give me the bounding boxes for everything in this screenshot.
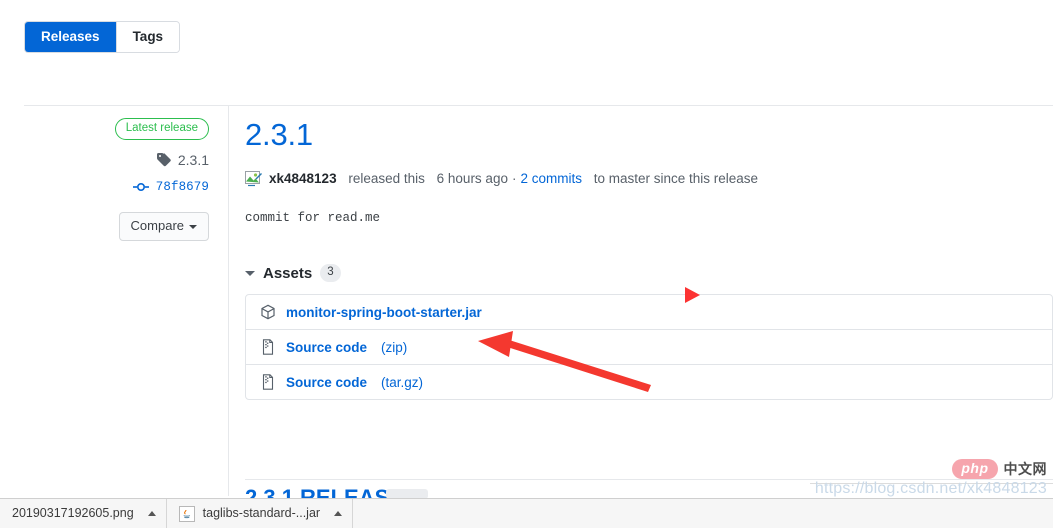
commit-icon — [132, 181, 150, 193]
chevron-up-icon[interactable] — [147, 511, 156, 516]
release-content: 2.3.1 xk4848123 released this 6 hours ag… — [245, 117, 1053, 401]
chevron-down-icon — [189, 224, 197, 229]
release-time-ago: 6 hours ago — [436, 171, 508, 187]
assets-list: monitor-spring-boot-starter.jar Source c… — [245, 294, 1053, 401]
watermark-cn-text: 中文网 — [1003, 461, 1047, 477]
compare-button-label: Compare — [130, 217, 184, 233]
compare-button-wrap: Compare — [24, 211, 209, 241]
release-commit-message: commit for read.me — [245, 211, 381, 226]
assets-count-badge: 3 — [320, 264, 341, 283]
commits-suffix-text: to master since this release — [593, 171, 759, 187]
asset-link[interactable]: Source code — [286, 340, 367, 355]
tag-icon — [156, 152, 172, 168]
latest-release-badge: Latest release — [114, 118, 209, 140]
asset-format: (tar.gz) — [381, 374, 424, 390]
release-sidebar: Latest release 2.3.1 78f8679 Compare — [24, 118, 209, 241]
download-item[interactable]: 20190317192605.png — [0, 499, 167, 528]
table-row[interactable]: monitor-spring-boot-starter.jar — [246, 295, 1052, 329]
download-file-name: 20190317192605.png — [12, 506, 134, 521]
download-item[interactable]: taglibs-standard-...jar — [167, 499, 354, 528]
asset-format: (zip) — [381, 339, 408, 355]
assets-label: Assets — [263, 264, 313, 282]
release-byline: xk4848123 released this 6 hours ago · 2 … — [245, 170, 1053, 187]
commit-sha: 78f8679 — [155, 179, 209, 194]
avatar — [245, 170, 269, 187]
download-file-name: taglibs-standard-...jar — [202, 506, 321, 521]
commits-link[interactable]: 2 commits — [520, 171, 582, 186]
chevron-up-icon[interactable] — [334, 511, 343, 516]
tab-releases[interactable]: Releases — [25, 22, 116, 52]
package-icon — [260, 304, 276, 320]
asset-link[interactable]: monitor-spring-boot-starter.jar — [286, 305, 482, 320]
php-logo: php — [952, 459, 998, 479]
tag-name: 2.3.1 — [177, 151, 209, 168]
release-author[interactable]: xk4848123 — [269, 171, 337, 186]
watermark-rule — [810, 483, 1053, 484]
compare-button[interactable]: Compare — [118, 211, 209, 241]
github-releases-page: Releases Tags Latest release 2.3.1 78f86… — [0, 0, 1053, 528]
header-divider — [24, 105, 1053, 106]
java-icon — [178, 505, 195, 522]
next-release-divider — [245, 479, 1053, 480]
file-zip-icon — [260, 339, 276, 355]
assets-header[interactable]: Assets 3 — [245, 264, 1053, 283]
tab-tags[interactable]: Tags — [116, 22, 180, 52]
sidebar-commit-row[interactable]: 78f8679 — [24, 180, 209, 194]
chevron-down-icon[interactable] — [245, 270, 255, 276]
sidebar-tag-row[interactable]: 2.3.1 — [24, 152, 209, 168]
browser-download-bar: 20190317192605.png taglibs-standard-...j… — [0, 498, 1053, 528]
column-divider — [228, 106, 229, 496]
asset-link[interactable]: Source code — [286, 375, 367, 390]
watermark-logo: php 中文网 — [952, 459, 1047, 479]
release-title[interactable]: 2.3.1 — [245, 117, 1053, 152]
table-row[interactable]: Source code (tar.gz) — [246, 364, 1052, 399]
releases-tags-tab-group[interactable]: Releases Tags — [24, 21, 181, 53]
byline-separator: · — [511, 171, 517, 187]
file-zip-icon — [260, 374, 276, 390]
released-this-text: released this — [348, 171, 425, 187]
table-row[interactable]: Source code (zip) — [246, 329, 1052, 364]
